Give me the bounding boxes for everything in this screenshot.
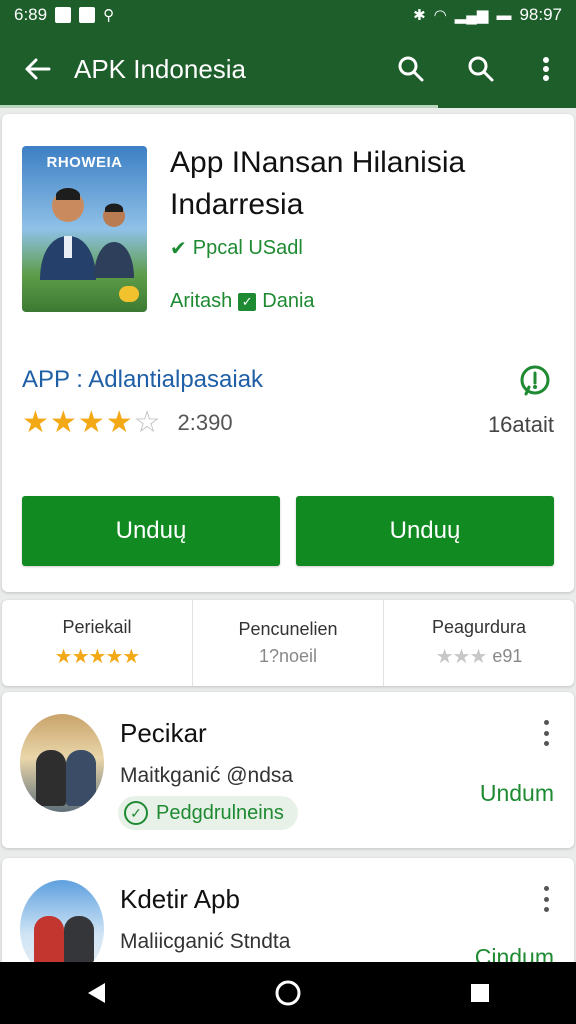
person-figure [36,750,66,806]
wifi-icon: ◠ [433,6,447,24]
search-button[interactable] [376,30,446,108]
app-detail-card: RHOWEIA App INansan Hilanisia Indarresia… [2,114,574,592]
check-icon: ✔ [170,238,187,260]
list-item-title: Kdetir Apb [120,884,240,914]
rating-row: ★ ★ ★ ★ ☆ 2:390 [22,408,233,438]
overflow-menu-button[interactable] [516,30,576,108]
person-figure [40,188,96,280]
category-left: Aritash [170,290,233,312]
back-arrow-icon [25,58,51,80]
star-rating-icon: ★★★ [435,646,488,668]
star-filled-icon: ★ [49,406,77,439]
download-button-2[interactable]: Unduų [296,496,554,566]
status-chip: ✓ Pedgdrulneins [118,796,298,830]
star-rating-icon: ★★★★★ [54,646,141,668]
download-action[interactable]: Undum [480,780,554,807]
bluetooth-icon: ✱ [413,6,426,24]
status-time: 98:97 [519,5,562,24]
avatar [20,714,104,812]
stat-value: e91 [492,646,523,666]
search-icon [468,56,494,82]
tab-indicator [0,105,438,108]
person-figure [94,203,134,278]
stat-label: Pencunelien [238,619,338,639]
dot [543,907,549,912]
star-filled-icon: ★ [22,406,49,439]
link-icon: ⚲ [103,6,115,24]
signal-icon: ▂▄▆ [454,6,489,24]
stat-value: 1?noeil [258,646,318,666]
dot [543,896,549,902]
app-title: App INansan Hilanisia Indarresia [170,146,466,221]
check-circle-icon: ✓ [124,801,148,825]
chip-label: Pedgdrulneins [156,801,284,824]
nav-home-button[interactable] [258,962,318,1024]
recents-square-icon [471,984,489,1002]
chat-icon[interactable] [518,364,552,398]
list-item-title: Pecikar [120,718,207,748]
more-vert-icon [543,57,549,81]
dot [543,720,549,725]
more-options-button[interactable] [536,718,556,748]
status-bar: 6:89 ⚲ ✱ ◠ ▂▄▆ ▬ 98:97 [0,0,576,30]
notification-icon [55,7,72,23]
search-button-2[interactable] [446,30,516,108]
rating-count: 2:390 [177,410,233,435]
system-nav-bar [0,962,576,1024]
back-triangle-icon [88,983,105,1003]
dot [543,741,549,746]
list-item[interactable]: Pecikar Maitkganić @ndsa ✓ Pedgdrulneins… [2,692,574,848]
verified-row: ✔ Ppcal USadl [170,236,303,261]
status-left-text: 6:89 [14,5,48,24]
app-size: 16atait [487,412,554,437]
dot [543,730,549,736]
dot [543,886,549,891]
home-circle-icon [275,980,301,1006]
app-icon-brand: RHOWEIA [46,154,123,171]
category-right: Dania [262,290,315,312]
stat-rating: Periekail ★★★★★ [2,600,192,686]
app-icon-badge [119,286,139,302]
person-figure [66,750,96,806]
star-empty-icon: ☆ [133,406,161,439]
more-options-button[interactable] [536,884,556,914]
list-item-subtitle: Maitkganić @ndsa [120,764,294,787]
search-icon [398,56,424,82]
stat-reviews: Peagurdura ★★★ e91 [383,600,574,686]
nav-recents-button[interactable] [450,962,510,1024]
star-filled-icon: ★ [105,406,133,439]
stat-label: Peagurdura [431,617,527,637]
checkbox-icon: ✓ [238,292,257,311]
stat-label: Periekail [62,617,132,637]
category-row[interactable]: Aritash ✓ Dania [170,290,315,313]
app-bar-title: APK Indonesia [74,53,247,84]
app-bar: APK Indonesia [0,30,576,108]
star-filled-icon: ★ [77,406,105,439]
developer-link[interactable]: APP : Adlantialpasaiak [22,366,263,394]
download-button[interactable]: Unduų [22,496,280,566]
nav-back-button[interactable] [66,962,126,1024]
notification-icon [79,7,96,23]
stats-card: Periekail ★★★★★ Pencunelien 1?noeil Peag… [2,600,574,686]
app-icon-image[interactable]: RHOWEIA [22,146,147,312]
back-button[interactable] [0,30,74,108]
list-item-subtitle: Maliicganić Stndta [120,930,291,953]
verified-label: Ppcal USadl [192,237,303,259]
battery-icon: ▬ [496,6,512,24]
stat-downloads: Pencunelien 1?noeil [192,600,383,686]
